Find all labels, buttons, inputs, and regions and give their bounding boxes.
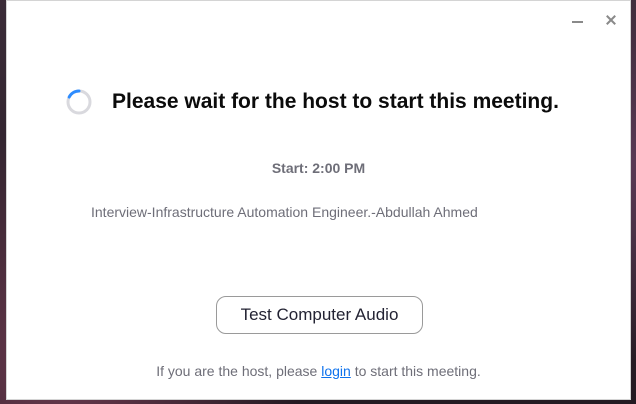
meeting-title: Interview-Infrastructure Automation Engi…	[91, 204, 478, 220]
minimize-icon	[571, 21, 583, 23]
close-button[interactable]	[604, 13, 618, 27]
host-login-prefix: If you are the host, please	[156, 363, 322, 379]
close-icon	[605, 14, 617, 26]
host-login-suffix: to start this meeting.	[350, 363, 481, 379]
window-controls	[570, 13, 618, 27]
waiting-heading-row: Please wait for the host to start this m…	[66, 89, 559, 115]
meeting-start-time: Start: 2:00 PM	[271, 160, 366, 176]
waiting-heading: Please wait for the host to start this m…	[112, 90, 559, 113]
host-login-prompt: If you are the host, please login to sta…	[7, 363, 630, 379]
waiting-room-window: Please wait for the host to start this m…	[6, 0, 631, 400]
minimize-button[interactable]	[570, 13, 584, 27]
login-link[interactable]: login	[321, 363, 351, 379]
test-computer-audio-button[interactable]: Test Computer Audio	[216, 296, 423, 334]
loading-spinner-icon	[66, 89, 92, 115]
